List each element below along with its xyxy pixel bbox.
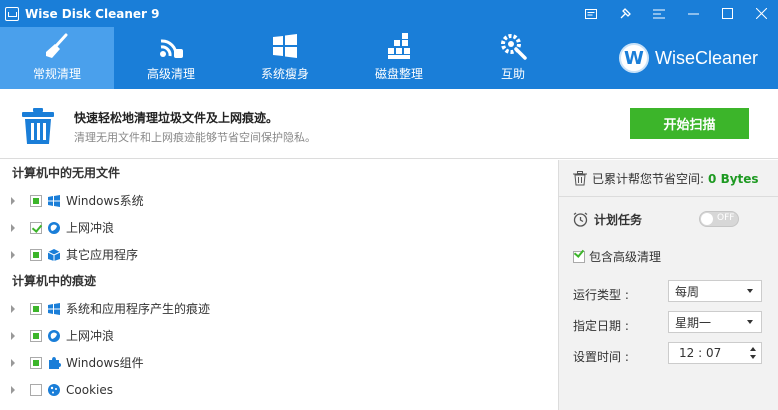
menu-icon[interactable] [642, 0, 676, 27]
item-checkbox[interactable] [30, 383, 42, 396]
tab-label: 常规清理 [32, 67, 81, 81]
saved-value: 0 Bytes [708, 171, 759, 186]
item-label: 上网冲浪 [66, 329, 115, 343]
include-advanced-option[interactable]: 包含高级清理 [573, 248, 661, 265]
spin-up-icon[interactable] [750, 347, 756, 351]
schedule-toggle[interactable]: OFF [699, 211, 739, 227]
item-label: Windows组件 [66, 356, 144, 370]
tab-label: 磁盘整理 [374, 67, 423, 81]
date-select[interactable]: 星期一 [668, 311, 762, 333]
puzzle-icon [49, 356, 61, 369]
browser-icon [48, 329, 60, 342]
start-scan-button[interactable]: 开始扫描 [630, 108, 749, 139]
list-item[interactable]: 其它应用程序 [0, 241, 558, 268]
expand-arrow-icon[interactable] [11, 331, 15, 340]
skin-icon[interactable] [608, 0, 642, 27]
windows-icon [48, 302, 60, 315]
saved-label: 已累计帮您节省空间: [592, 172, 705, 186]
main-toolbar: 常规清理 高级清理 系统瘦身 磁盘整理 互助 W WiseCleaner [0, 27, 778, 89]
tab-defrag[interactable]: 磁盘整理 [342, 27, 456, 89]
info-title: 快速轻松地清理垃圾文件及上网痕迹。 [74, 111, 279, 125]
spin-down-icon[interactable] [750, 355, 756, 359]
expand-arrow-icon[interactable] [11, 250, 15, 259]
toggle-knob [701, 213, 713, 225]
trash-small-icon [573, 171, 587, 186]
schedule-header: 计划任务 [573, 211, 642, 228]
cookie-icon [48, 383, 60, 396]
info-description: 清理无用文件和上网痕迹能够节省空间保护隐私。 [74, 131, 316, 144]
chevron-down-icon [747, 320, 753, 324]
info-bar: 快速轻松地清理垃圾文件及上网痕迹。 清理无用文件和上网痕迹能够节省空间保护隐私。… [0, 89, 778, 159]
app-title: Wise Disk Cleaner 9 [25, 6, 160, 21]
clean-items-list: 计算机中的无用文件 Windows系统 上网冲浪 其它应用程序 计算机中的痕迹 … [0, 160, 558, 410]
tab-advanced-clean[interactable]: 高级清理 [114, 27, 228, 89]
browser-icon [48, 221, 60, 234]
tab-label: 互助 [500, 67, 525, 81]
list-item[interactable]: 上网冲浪 [0, 214, 558, 241]
package-icon [47, 248, 61, 261]
include-advanced-label: 包含高级清理 [589, 250, 662, 264]
schedule-label: 计划任务 [594, 213, 643, 227]
advanced-clean-icon [160, 39, 183, 58]
app-icon [5, 6, 19, 21]
item-label: 其它应用程序 [66, 248, 139, 262]
time-spinner[interactable]: 12 : 07 [668, 342, 762, 364]
feedback-icon[interactable] [574, 0, 608, 27]
broom-icon [46, 33, 68, 58]
tab-help[interactable]: 互助 [456, 27, 570, 89]
windows-icon [273, 34, 297, 58]
list-item[interactable]: 系统和应用程序产生的痕迹 [0, 295, 558, 322]
toggle-text: OFF [717, 213, 735, 223]
brand-logo: W [618, 43, 649, 73]
item-checkbox[interactable] [30, 356, 42, 369]
expand-arrow-icon[interactable] [11, 358, 15, 367]
item-checkbox[interactable] [30, 302, 42, 315]
time-label: 设置时间 : [573, 350, 629, 364]
tab-label: 高级清理 [146, 67, 195, 81]
list-item[interactable]: Windows系统 [0, 187, 558, 214]
section-title-junk: 计算机中的无用文件 [12, 166, 121, 180]
close-icon[interactable] [744, 0, 778, 27]
brand[interactable]: W WiseCleaner [618, 43, 758, 73]
section-title-traces: 计算机中的痕迹 [12, 274, 97, 288]
expand-arrow-icon[interactable] [11, 196, 15, 205]
item-checkbox[interactable] [30, 329, 42, 342]
run-type-select[interactable]: 每周 [668, 280, 762, 302]
tab-common-clean[interactable]: 常规清理 [0, 27, 114, 89]
clock-icon [573, 212, 588, 227]
run-type-value: 每周 [675, 284, 700, 299]
item-checkbox[interactable] [30, 248, 42, 261]
side-panel: 已累计帮您节省空间: 0 Bytes 计划任务 OFF 包含高级清理 运行类型 … [558, 160, 778, 410]
chevron-down-icon [747, 289, 753, 293]
gear-icon [501, 34, 527, 60]
panel-divider [559, 196, 778, 197]
date-value: 星期一 [675, 315, 712, 330]
expand-arrow-icon[interactable] [11, 223, 15, 232]
list-item[interactable]: Windows组件 [0, 349, 558, 376]
item-checkbox[interactable] [30, 194, 42, 207]
maximize-icon[interactable] [710, 0, 744, 27]
include-advanced-checkbox[interactable] [573, 250, 585, 263]
date-label: 指定日期 : [573, 319, 629, 333]
item-label: Cookies [66, 382, 113, 397]
tab-system-slim[interactable]: 系统瘦身 [228, 27, 342, 89]
windows-icon [48, 194, 60, 207]
item-label: 系统和应用程序产生的痕迹 [66, 302, 211, 316]
defrag-icon [388, 33, 410, 59]
brand-name: WiseCleaner [654, 47, 758, 68]
item-checkbox[interactable] [30, 221, 42, 234]
run-type-label: 运行类型 : [573, 288, 629, 302]
expand-arrow-icon[interactable] [11, 385, 15, 394]
item-label: Windows系统 [66, 194, 144, 208]
saved-space: 已累计帮您节省空间: 0 Bytes [573, 170, 759, 187]
list-item[interactable]: 上网冲浪 [0, 322, 558, 349]
time-value: 12 : 07 [679, 346, 722, 360]
item-label: 上网冲浪 [66, 221, 115, 235]
minimize-icon[interactable] [676, 0, 710, 27]
tab-label: 系统瘦身 [260, 67, 309, 81]
expand-arrow-icon[interactable] [11, 304, 15, 313]
trash-icon [22, 108, 54, 144]
list-item[interactable]: Cookies [0, 376, 558, 403]
title-bar: Wise Disk Cleaner 9 [0, 0, 778, 27]
